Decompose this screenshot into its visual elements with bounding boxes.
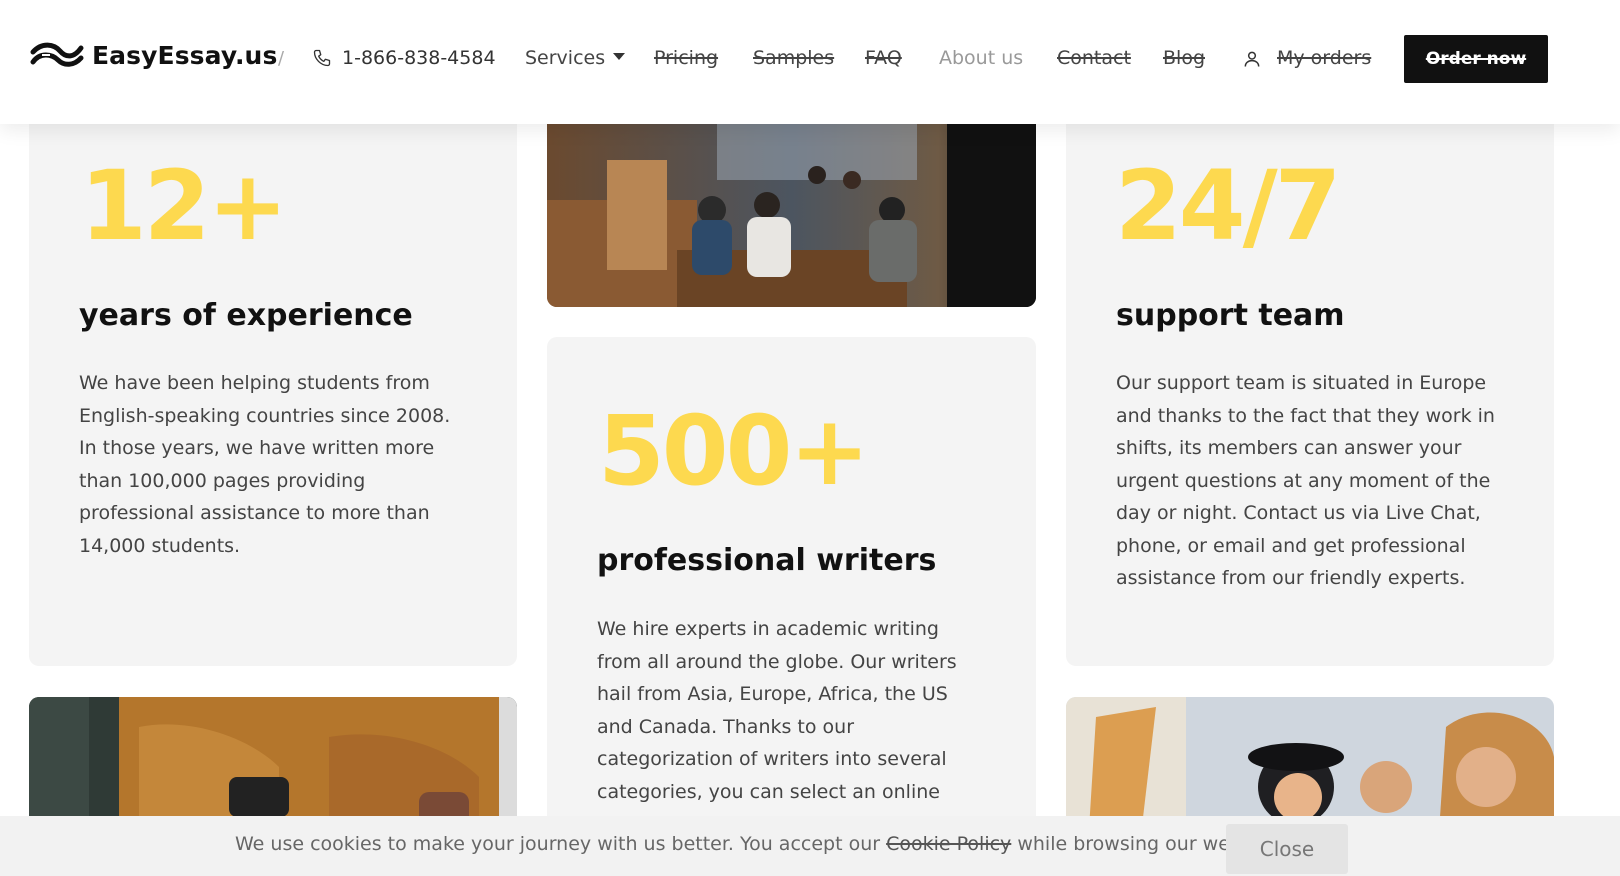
caret-down-icon bbox=[613, 53, 626, 60]
phone-link[interactable]: 1-866-838-4584 bbox=[312, 47, 496, 69]
nav-my-orders[interactable]: My orders bbox=[1277, 47, 1371, 69]
logo-text: EasyEssay.us bbox=[92, 40, 278, 70]
team-meeting-image bbox=[547, 100, 1036, 307]
site-header: EasyEssay.us / 1-866-838-4584 Services P… bbox=[0, 0, 1620, 124]
nav-pricing[interactable]: Pricing bbox=[654, 47, 718, 69]
logo[interactable]: EasyEssay.us bbox=[30, 40, 277, 70]
header-separator: / bbox=[278, 48, 285, 69]
cookie-banner: We use cookies to make your journey with… bbox=[0, 816, 1620, 876]
writers-card: 500+ professional writers We hire expert… bbox=[547, 337, 1036, 876]
cookie-policy-link[interactable]: Cookie Policy bbox=[886, 833, 1011, 855]
support-text: Our support team is situated in Europe a… bbox=[1116, 372, 1495, 589]
nav-faq[interactable]: FAQ bbox=[865, 47, 902, 69]
cookie-text-before: We use cookies to make your journey with… bbox=[235, 833, 881, 855]
logo-icon bbox=[30, 42, 84, 67]
writers-number: 500+ bbox=[598, 395, 870, 507]
writers-title: professional writers bbox=[597, 543, 937, 578]
support-title: support team bbox=[1116, 298, 1345, 333]
experience-text: We have been helping students from Engli… bbox=[79, 372, 451, 557]
nav-about-us[interactable]: About us bbox=[939, 47, 1023, 69]
user-icon[interactable] bbox=[1242, 49, 1262, 73]
nav-services[interactable]: Services bbox=[525, 47, 626, 69]
cookie-message: We use cookies to make your journey with… bbox=[235, 833, 1282, 855]
order-now-button[interactable]: Order now bbox=[1404, 35, 1548, 83]
nav-samples[interactable]: Samples bbox=[753, 47, 834, 69]
phone-number: 1-866-838-4584 bbox=[342, 47, 496, 69]
experience-card: 12+ years of experience We have been hel… bbox=[29, 100, 517, 666]
experience-title: years of experience bbox=[79, 298, 413, 333]
nav-services-label: Services bbox=[525, 47, 606, 69]
nav-blog[interactable]: Blog bbox=[1163, 47, 1205, 69]
nav-contact[interactable]: Contact bbox=[1057, 47, 1131, 69]
support-number: 24/7 bbox=[1115, 150, 1341, 262]
phone-icon bbox=[313, 49, 331, 67]
support-card: 24/7 support team Our support team is si… bbox=[1066, 100, 1554, 666]
experience-number: 12+ bbox=[80, 150, 288, 262]
cookie-close-button[interactable]: Close bbox=[1226, 824, 1348, 874]
team-meeting-photo bbox=[547, 100, 1036, 307]
writers-text: We hire experts in academic writing from… bbox=[597, 618, 957, 835]
